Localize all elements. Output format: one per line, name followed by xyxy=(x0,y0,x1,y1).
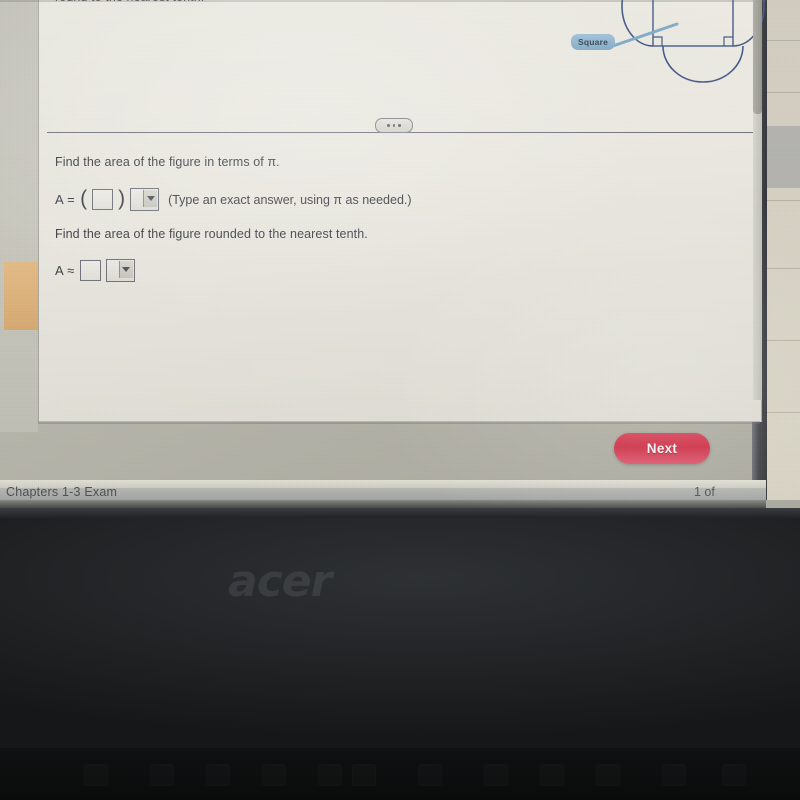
keyboard-key xyxy=(540,764,564,786)
chevron-down-icon[interactable] xyxy=(143,190,158,207)
statusbar-page-indicator: 1 of xyxy=(694,485,715,499)
keyboard-key xyxy=(262,764,286,786)
laptop-body: acer xyxy=(0,508,800,800)
laptop-keyboard xyxy=(0,748,800,800)
laptop-screen-photo: round to the nearest tenth. xyxy=(0,0,800,508)
screen-left-gutter xyxy=(0,0,38,432)
question-1-prompt: Find the area of the figure in terms of … xyxy=(55,155,280,169)
keyboard-key xyxy=(418,764,442,786)
divider-expander-button[interactable] xyxy=(375,118,413,133)
question-2-unit-select[interactable] xyxy=(105,259,135,282)
keyboard-key xyxy=(84,764,108,786)
keyboard-key xyxy=(318,764,342,786)
dot-icon xyxy=(398,124,401,127)
next-button[interactable]: Next xyxy=(614,433,710,464)
keyboard-key xyxy=(484,764,508,786)
scrollbar-thumb[interactable] xyxy=(753,0,762,114)
screenshot-root: round to the nearest tenth. xyxy=(0,0,800,800)
statusbar-cutoff-shadow xyxy=(0,500,766,508)
question-1-unit-select[interactable] xyxy=(130,188,160,211)
figure-callout-square: Square xyxy=(571,34,616,50)
keyboard-key xyxy=(352,764,376,786)
orange-marker-block xyxy=(4,262,38,330)
keyboard-key xyxy=(150,764,174,786)
question-1-answer-prefix: A = xyxy=(55,192,76,207)
exam-window: round to the nearest tenth. xyxy=(38,0,765,422)
acer-brand-logo: acer xyxy=(228,556,332,607)
question-2-answer-prefix: A ≈ xyxy=(55,263,75,278)
chevron-down-icon[interactable] xyxy=(118,261,133,278)
page-scrollbar[interactable] xyxy=(753,0,762,400)
statusbar-exam-tab[interactable]: Chapters 1-3 Exam xyxy=(6,485,117,499)
figure-svg xyxy=(605,0,765,83)
exam-statusbar: Chapters 1-3 Exam 1 of xyxy=(0,480,766,508)
geometry-figure: 6 cm Square xyxy=(571,0,775,101)
keyboard-key xyxy=(206,764,230,786)
laptop-hinge xyxy=(0,508,800,518)
question-2-answer-input[interactable] xyxy=(79,260,101,281)
keyboard-key xyxy=(662,764,686,786)
question-2-answer-row: A ≈ xyxy=(55,259,135,282)
window-bottom-edge xyxy=(38,421,760,424)
window-top-edge xyxy=(0,0,766,2)
close-paren: ) xyxy=(118,187,126,210)
dot-icon xyxy=(392,124,396,127)
question-1-answer-input[interactable] xyxy=(92,189,114,210)
dot-icon xyxy=(387,124,390,127)
question-1-answer-row: A = ( ) (Type an exact answer, using π a… xyxy=(55,188,412,211)
keyboard-key xyxy=(722,764,746,786)
question-2-prompt: Find the area of the figure rounded to t… xyxy=(55,227,368,241)
question-content: round to the nearest tenth. xyxy=(39,0,765,422)
keyboard-key xyxy=(596,764,620,786)
question-1-hint: (Type an exact answer, using π as needed… xyxy=(168,192,412,207)
open-paren: ( xyxy=(80,187,88,210)
